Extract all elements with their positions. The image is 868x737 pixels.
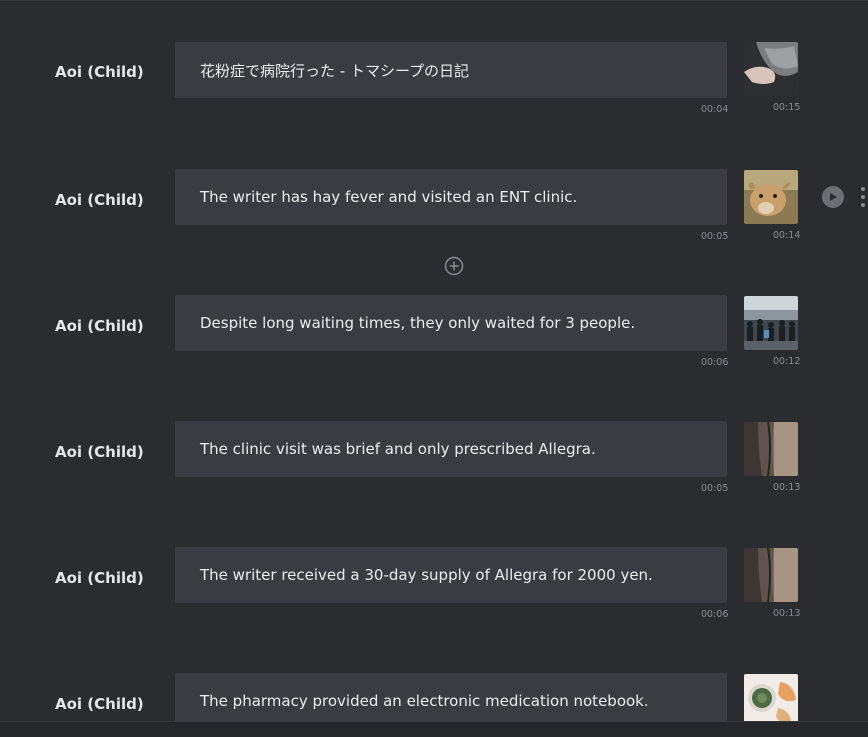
speaker-label[interactable]: Aoi (Child) xyxy=(55,62,170,82)
scene-text: The writer has hay fever and visited an … xyxy=(200,188,578,206)
scene-row: Aoi (Child) The clinic visit was brief a… xyxy=(0,380,868,494)
scene-text: The pharmacy provided an electronic medi… xyxy=(200,692,649,710)
scene-row: Aoi (Child) The pharmacy provided an ele… xyxy=(0,632,868,721)
scene-text-box[interactable]: The writer received a 30-day supply of A… xyxy=(175,547,727,603)
more-options-button[interactable] xyxy=(858,185,868,209)
scene-text-box[interactable]: The pharmacy provided an electronic medi… xyxy=(175,673,727,721)
scene-text-box[interactable]: The clinic visit was brief and only pres… xyxy=(175,421,727,477)
scene-text: The clinic visit was brief and only pres… xyxy=(200,440,596,458)
media-duration: 00:13 xyxy=(773,482,801,493)
scene-text: The writer received a 30-day supply of A… xyxy=(200,566,653,584)
speaker-label[interactable]: Aoi (Child) xyxy=(55,316,170,336)
scene-text-box[interactable]: The writer has hay fever and visited an … xyxy=(175,169,727,225)
media-thumbnail[interactable] xyxy=(744,674,798,721)
speaker-label[interactable]: Aoi (Child) xyxy=(55,568,170,588)
speaker-label[interactable]: Aoi (Child) xyxy=(55,190,170,210)
play-circle-icon xyxy=(830,193,837,201)
scene-text: 花粉症で病院行った - トマシープの日記 xyxy=(200,61,470,80)
scene-row: Aoi (Child) The writer received a 30-day… xyxy=(0,506,868,620)
media-duration: 00:13 xyxy=(773,608,801,619)
media-duration: 00:12 xyxy=(773,356,801,367)
scene-text-box[interactable]: Despite long waiting times, they only wa… xyxy=(175,295,727,351)
media-thumbnail[interactable] xyxy=(744,548,798,602)
media-thumbnail[interactable] xyxy=(744,296,798,350)
text-duration: 00:04 xyxy=(701,104,729,115)
bottom-bar xyxy=(0,721,868,737)
text-duration: 00:06 xyxy=(701,357,729,368)
play-button[interactable] xyxy=(822,186,844,208)
scene-row: Aoi (Child) 花粉症で病院行った - トマシープの日記 00:04 0… xyxy=(0,0,868,115)
scene-text-box[interactable]: 花粉症で病院行った - トマシープの日記 xyxy=(175,42,727,98)
vertical-ellipsis-icon xyxy=(861,187,865,191)
speaker-label[interactable]: Aoi (Child) xyxy=(55,442,170,462)
scene-row: Aoi (Child) Despite long waiting times, … xyxy=(0,254,868,368)
speaker-label[interactable]: Aoi (Child) xyxy=(55,694,170,714)
text-duration: 00:05 xyxy=(701,483,729,494)
media-duration: 00:14 xyxy=(773,230,801,241)
text-duration: 00:06 xyxy=(701,609,729,620)
media-thumbnail[interactable] xyxy=(744,170,798,224)
text-duration: 00:05 xyxy=(701,231,729,242)
media-thumbnail[interactable] xyxy=(744,42,798,96)
scene-text: Despite long waiting times, they only wa… xyxy=(200,314,636,332)
media-duration: 00:15 xyxy=(773,102,801,113)
scene-row: Aoi (Child) The writer has hay fever and… xyxy=(0,128,868,242)
media-thumbnail[interactable] xyxy=(744,422,798,476)
